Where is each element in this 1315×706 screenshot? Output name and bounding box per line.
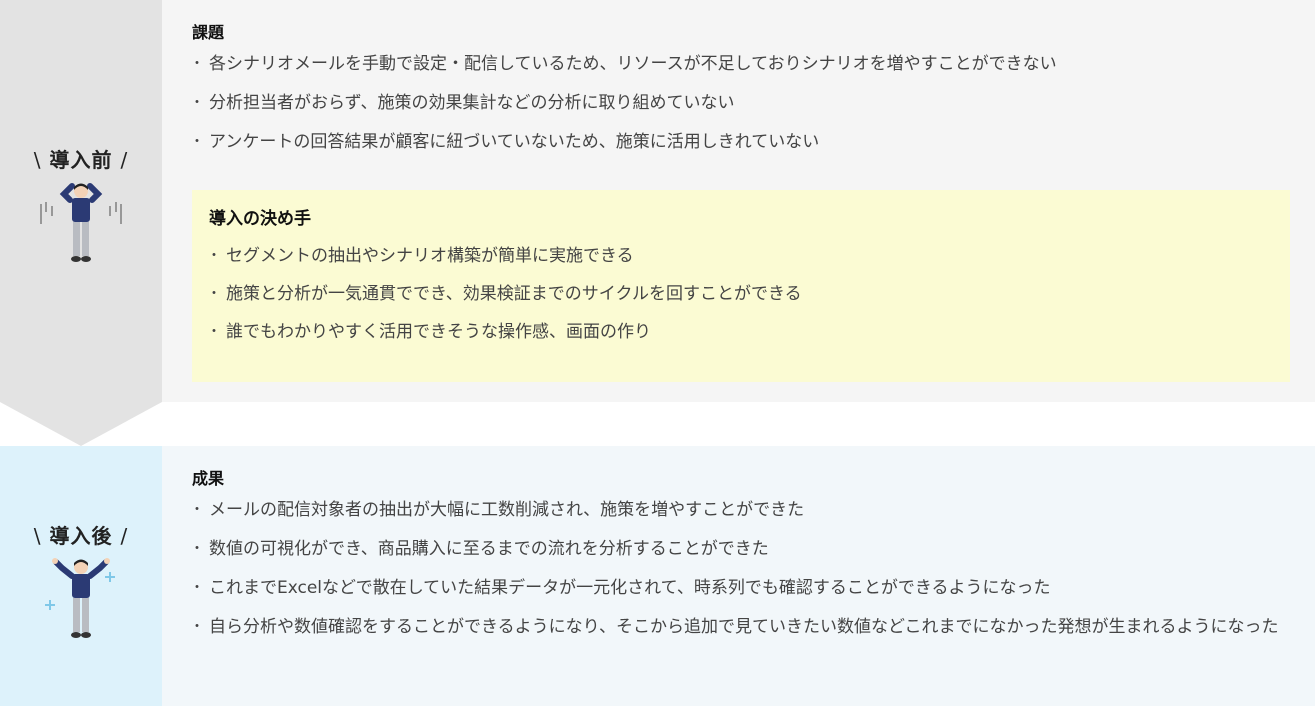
decision-item: 誰でもわかりやすく活用できそうな操作感、画面の作り <box>207 318 1273 347</box>
result-item: これまでExcelなどで散在していた結果データが一元化されて、時系列でも確認する… <box>190 574 1292 603</box>
result-item: メールの配信対象者の抽出が大幅に工数削減され、施策を増やすことができた <box>190 496 1292 525</box>
happy-person-icon <box>45 558 115 638</box>
decision-factors-box: 導入の決め手 セグメントの抽出やシナリオ構築が簡単に実施できる 施策と分析が一気… <box>192 190 1290 382</box>
worried-person-icon <box>40 183 122 262</box>
before-label: \ 導入前 / <box>33 148 129 172</box>
down-arrow-shape <box>0 402 162 446</box>
result-item: 数値の可視化ができ、商品購入に至るまでの流れを分析することができた <box>190 535 1292 564</box>
issue-item: アンケートの回答結果が顧客に紐づいていないため、施策に活用しきれていない <box>190 128 1292 157</box>
decision-heading: 導入の決め手 <box>209 209 311 229</box>
decision-item: セグメントの抽出やシナリオ構築が簡単に実施できる <box>207 242 1273 271</box>
results-block: 成果 メールの配信対象者の抽出が大幅に工数削減され、施策を増やすことができた 数… <box>190 468 1292 652</box>
result-item: 自ら分析や数値確認をすることができるようになり、そこから追加で見ていきたい数値な… <box>190 613 1292 642</box>
after-label: \ 導入後 / <box>33 524 129 548</box>
issue-item: 各シナリオメールを手動で設定・配信しているため、リソースが不足しておりシナリオを… <box>190 50 1292 79</box>
issue-item: 分析担当者がおらず、施策の効果集計などの分析に取り組めていない <box>190 89 1292 118</box>
issues-block: 課題 各シナリオメールを手動で設定・配信しているため、リソースが不足しておりシナ… <box>190 22 1292 167</box>
issues-heading: 課題 <box>192 23 225 42</box>
results-heading: 成果 <box>192 469 225 488</box>
after-section: 成果 メールの配信対象者の抽出が大幅に工数削減され、施策を増やすことができた 数… <box>0 446 1315 706</box>
decision-item: 施策と分析が一気通貫ででき、効果検証までのサイクルを回すことができる <box>207 280 1273 309</box>
